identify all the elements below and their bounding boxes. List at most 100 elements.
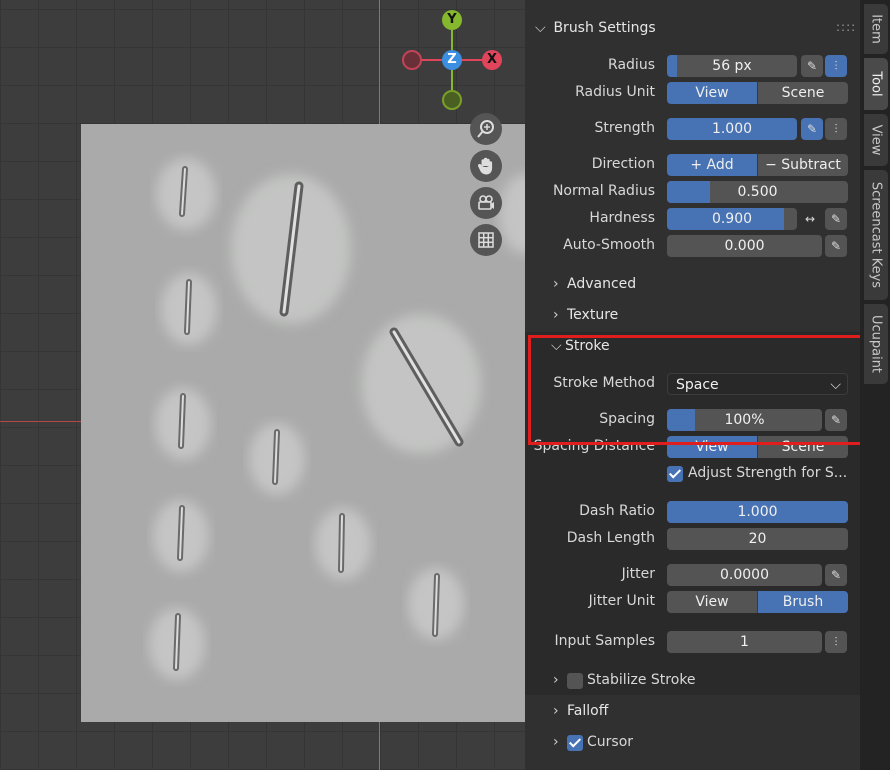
gizmo-x-handle[interactable]: X [482, 50, 502, 70]
spacing-field[interactable]: 100% [667, 409, 822, 431]
spacing-pen-pressure-icon[interactable]: ✎ [825, 409, 847, 431]
advanced-section[interactable]: › Advanced [553, 276, 636, 292]
chevron-down-icon: ⌵ [535, 20, 546, 36]
tab-view[interactable]: View [864, 114, 888, 166]
brush-stroke-mark [408, 568, 464, 640]
jitter-value: 0.0000 [720, 567, 769, 583]
direction-add[interactable]: + Add [667, 154, 758, 176]
texture-label: Texture [567, 307, 619, 323]
normal-radius-label: Normal Radius [552, 183, 655, 199]
brush-stroke-mark-edge [499, 174, 525, 254]
auto-smooth-pen-pressure-icon[interactable]: ✎ [825, 235, 847, 257]
falloff-section[interactable]: › Falloff [553, 703, 608, 719]
strength-label: Strength [594, 120, 655, 136]
gizmo-y-handle[interactable]: Y [442, 10, 462, 30]
camera-icon[interactable] [470, 187, 502, 219]
dash-ratio-field[interactable]: 1.000 [667, 501, 848, 523]
spacing-distance-scene[interactable]: Scene [758, 436, 848, 458]
jitter-pen-pressure-icon[interactable]: ✎ [825, 564, 847, 586]
radius-fill [667, 55, 678, 77]
dropdown-chevron-icon: ⌵ [830, 377, 841, 393]
sculpt-plane[interactable] [81, 124, 525, 722]
tab-ucupaint[interactable]: Ucupaint [864, 304, 888, 384]
stabilize-stroke-label: Stabilize Stroke [587, 672, 696, 688]
minus-icon: − [765, 157, 782, 173]
stroke-label: Stroke [565, 338, 610, 354]
advanced-label: Advanced [567, 276, 637, 292]
jitter-label: Jitter [621, 566, 655, 582]
direction-label: Direction [591, 156, 655, 172]
spacing-distance-toggle[interactable]: View Scene [667, 436, 848, 458]
normal-radius-value: 0.500 [737, 184, 778, 200]
brush-stroke-mark-large [361, 314, 481, 454]
normal-radius-field[interactable]: 0.500 [667, 181, 848, 203]
stroke-method-dropdown[interactable]: Space ⌵ [667, 373, 848, 395]
direction-subtract-label: Subtract [781, 157, 841, 173]
tab-screencast-keys[interactable]: Screencast Keys [864, 170, 888, 300]
brush-settings-header[interactable]: ⌵ Brush Settings [535, 20, 656, 36]
direction-add-label: Add [706, 157, 734, 173]
gizmo-neg-y-handle[interactable] [442, 90, 462, 110]
tab-screencast-keys-label: Screencast Keys [868, 181, 884, 289]
cursor-section[interactable]: › [553, 734, 567, 750]
strength-pressure-toggle-icon[interactable]: ⫶ [825, 118, 847, 140]
strength-pen-pressure-icon[interactable]: ✎ [801, 118, 823, 140]
pan-hand-icon[interactable] [470, 150, 502, 182]
jitter-unit-view[interactable]: View [667, 591, 758, 613]
dash-length-label: Dash Length [566, 530, 655, 546]
stroke-section[interactable]: ⌵ Stroke [551, 338, 610, 354]
brush-stroke-mark [315, 508, 371, 580]
auto-smooth-value: 0.000 [724, 238, 765, 254]
input-samples-field[interactable]: 1 [667, 631, 822, 653]
chevron-right-icon: › [553, 672, 559, 688]
grid-view-icon[interactable] [470, 224, 502, 256]
adjust-strength-checkbox[interactable] [667, 466, 683, 482]
radius-unit-view[interactable]: View [667, 82, 758, 104]
tab-ucupaint-label: Ucupaint [868, 314, 884, 374]
stabilize-stroke-checkbox[interactable] [567, 673, 583, 689]
brush-stroke-mark [249, 423, 305, 495]
gizmo-neg-x-handle[interactable] [402, 50, 422, 70]
cursor-checkbox[interactable] [567, 735, 583, 751]
chevron-right-icon: › [553, 307, 559, 323]
jitter-unit-label: Jitter Unit [588, 593, 655, 609]
stroke-method-label: Stroke Method [553, 375, 655, 391]
radius-unit-label: Radius Unit [575, 84, 655, 100]
plus-icon: + [690, 157, 707, 173]
radius-pressure-toggle-icon[interactable]: ⫶ [825, 55, 847, 77]
direction-subtract[interactable]: − Subtract [758, 154, 848, 176]
zoom-icon[interactable] [470, 113, 502, 145]
brush-stroke-mark [153, 500, 209, 572]
auto-smooth-field[interactable]: 0.000 [667, 235, 822, 257]
3d-viewport[interactable]: Y Z X [0, 0, 525, 770]
hardness-value: 0.900 [711, 211, 753, 227]
input-samples-pressure-toggle-icon[interactable]: ⫶ [825, 631, 847, 653]
chevron-right-icon: › [553, 734, 559, 750]
jitter-unit-toggle[interactable]: View Brush [667, 591, 848, 613]
radius-unit-scene[interactable]: Scene [758, 82, 848, 104]
hardness-field[interactable]: 0.900 [667, 208, 797, 230]
tab-item[interactable]: Item [864, 4, 888, 54]
jitter-unit-brush[interactable]: Brush [758, 591, 848, 613]
radius-field[interactable]: 56 px [667, 55, 797, 77]
chevron-down-icon: ⌵ [551, 338, 562, 354]
x-axis-line [0, 421, 82, 422]
gizmo-z-handle[interactable]: Z [442, 50, 462, 70]
panel-title: Brush Settings [553, 20, 656, 36]
stabilize-stroke-section[interactable]: › [553, 672, 567, 688]
dash-length-field[interactable]: 20 [667, 528, 848, 550]
texture-section[interactable]: › Texture [553, 307, 618, 323]
brush-stroke-mark [155, 388, 211, 460]
strength-field[interactable]: 1.000 [667, 118, 797, 140]
jitter-field[interactable]: 0.0000 [667, 564, 822, 586]
drag-handle-icon[interactable]: :::: [836, 20, 856, 34]
invert-arrows-icon[interactable]: ↔ [799, 208, 821, 230]
radius-unit-toggle[interactable]: View Scene [667, 82, 848, 104]
spacing-distance-view[interactable]: View [667, 436, 758, 458]
hardness-pen-pressure-icon[interactable]: ✎ [825, 208, 847, 230]
brush-stroke-mark-large [231, 174, 351, 324]
direction-toggle[interactable]: + Add − Subtract [667, 154, 848, 176]
tab-tool[interactable]: Tool [864, 58, 888, 110]
pen-pressure-icon[interactable]: ✎ [801, 55, 823, 77]
cursor-label: Cursor [587, 734, 634, 750]
